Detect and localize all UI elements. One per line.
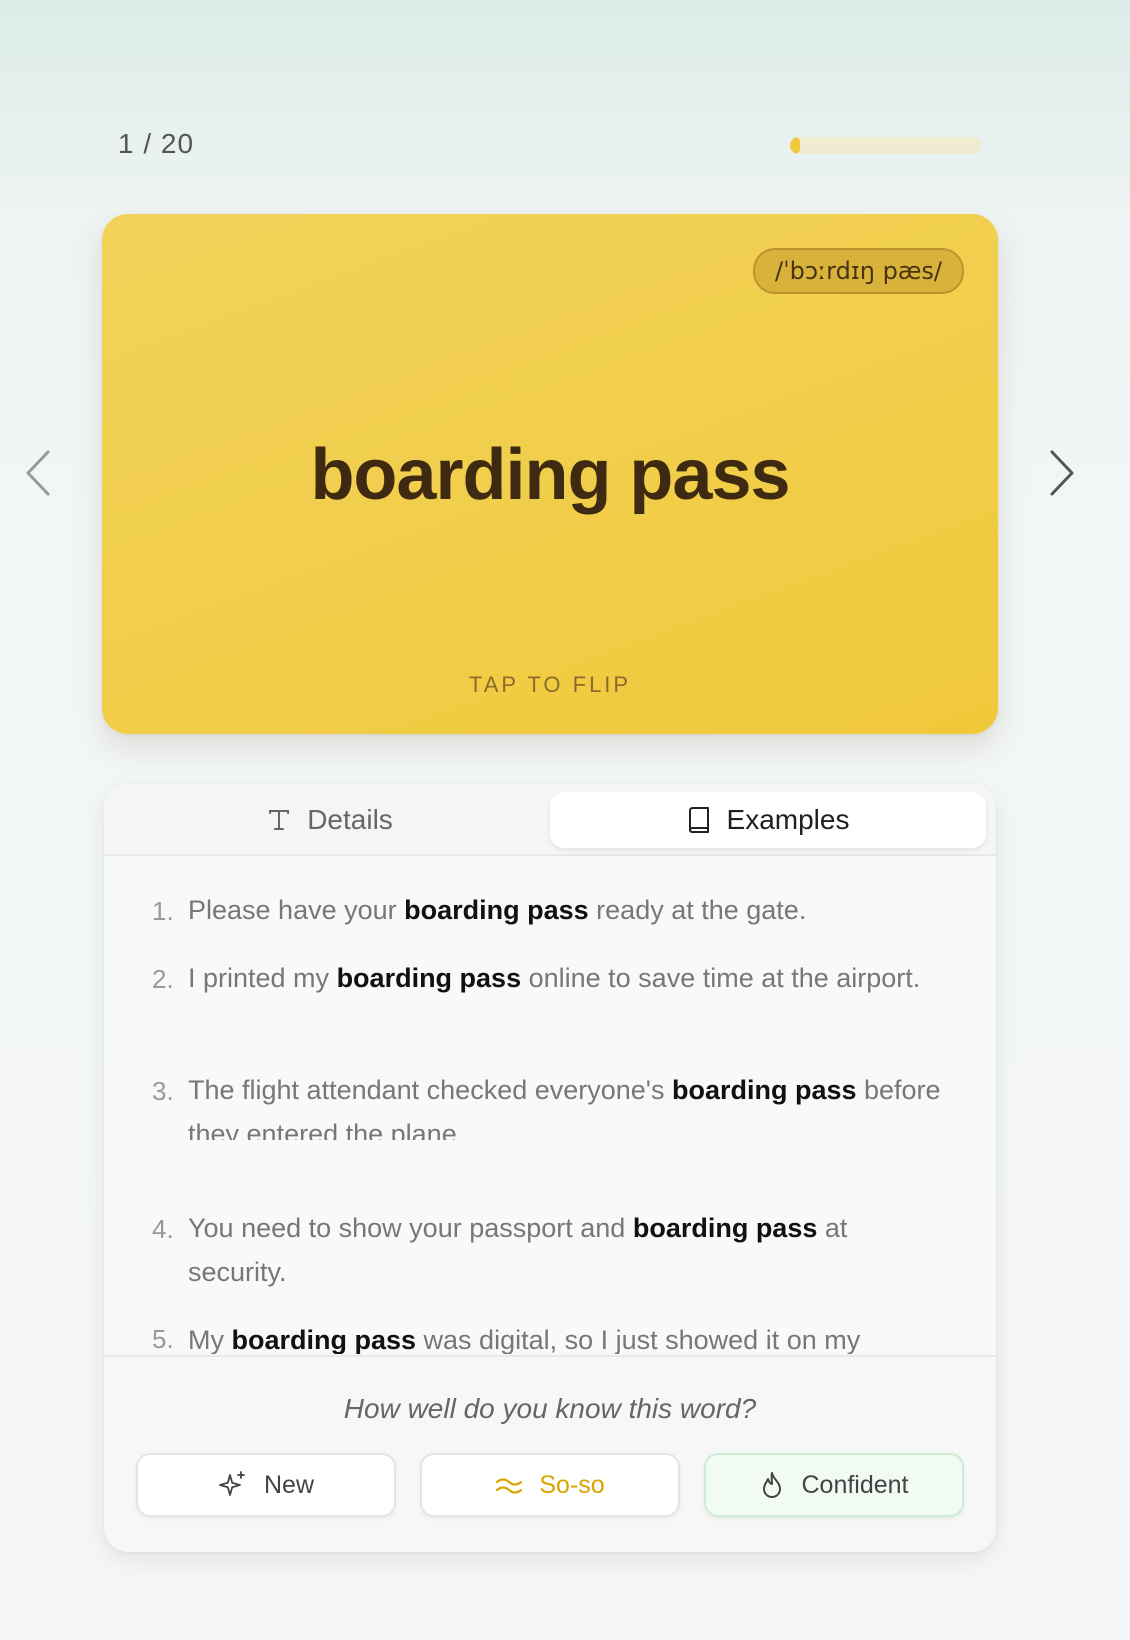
progress-fill <box>790 137 800 154</box>
example-item: 4. You need to show your passport and bo… <box>152 1213 952 1294</box>
book-icon <box>687 807 711 833</box>
tap-to-flip-hint: TAP TO FLIP <box>468 672 632 697</box>
next-card-button[interactable] <box>1038 448 1088 498</box>
example-number: 3. <box>152 1076 174 1106</box>
rate-soso-button[interactable]: So-so <box>420 1453 680 1517</box>
previous-card-button[interactable] <box>12 448 62 498</box>
example-term: boarding pass <box>404 895 589 925</box>
chevron-right-icon <box>1048 448 1078 498</box>
example-item: 2. I printed my boarding pass online to … <box>152 963 952 1000</box>
sparkle-icon <box>218 1470 248 1500</box>
rate-soso-label: So-so <box>539 1470 605 1499</box>
phonetic-badge[interactable]: /ˈbɔːrdɪŋ pæs/ <box>752 248 964 294</box>
example-term: boarding pass <box>231 1325 417 1354</box>
tab-details-label: Details <box>307 804 393 835</box>
rate-confident-label: Confident <box>801 1470 909 1499</box>
tab-details[interactable]: Details <box>112 792 548 848</box>
example-sentence: My boarding pass was digital, so I just … <box>188 1325 861 1354</box>
example-sentence: The flight attendant checked everyone's … <box>188 1075 941 1140</box>
example-term: boarding pass <box>671 1075 857 1105</box>
example-item: 5. My boarding pass was digital, so I ju… <box>152 1324 952 1354</box>
example-sentence: I printed my boarding pass online to sav… <box>188 963 921 993</box>
rate-new-label: New <box>263 1470 314 1499</box>
example-sentence: You need to show your passport and board… <box>188 1213 848 1287</box>
card-counter: 1 / 20 <box>118 128 195 159</box>
example-number: 2. <box>152 964 174 994</box>
tab-examples[interactable]: Examples <box>550 792 986 848</box>
tab-examples-label: Examples <box>726 804 850 835</box>
rating-question: How well do you know this word? <box>343 1393 757 1424</box>
example-item: 3. The flight attendant checked everyone… <box>152 1075 952 1140</box>
tab-bar: Details Examples <box>104 784 996 856</box>
example-sentence: Please have your boarding pass ready at … <box>188 895 807 925</box>
wave-icon <box>495 1475 523 1495</box>
text-icon <box>267 808 291 832</box>
example-number: 5. <box>152 1324 174 1354</box>
progress-bar <box>790 137 982 154</box>
example-number: 4. <box>152 1214 174 1244</box>
flame-icon <box>759 1470 785 1500</box>
rate-confident-button[interactable]: Confident <box>704 1453 964 1517</box>
examples-list[interactable]: 1. Please have your boarding pass ready … <box>104 856 996 1140</box>
example-term: boarding pass <box>336 963 522 993</box>
card-word: boarding pass <box>310 435 790 515</box>
flashcard[interactable]: /ˈbɔːrdɪŋ pæs/ boarding pass TAP TO FLIP <box>102 214 998 734</box>
example-item: 1. Please have your boarding pass ready … <box>152 895 952 932</box>
rating-section: How well do you know this word? New So-s… <box>104 1355 996 1552</box>
chevron-left-icon <box>22 448 52 498</box>
example-term: boarding pass <box>632 1213 818 1243</box>
info-panel: Details Examples 1. Please have your boa… <box>104 784 996 1552</box>
example-number: 1. <box>152 896 174 926</box>
rate-new-button[interactable]: New <box>136 1453 396 1517</box>
